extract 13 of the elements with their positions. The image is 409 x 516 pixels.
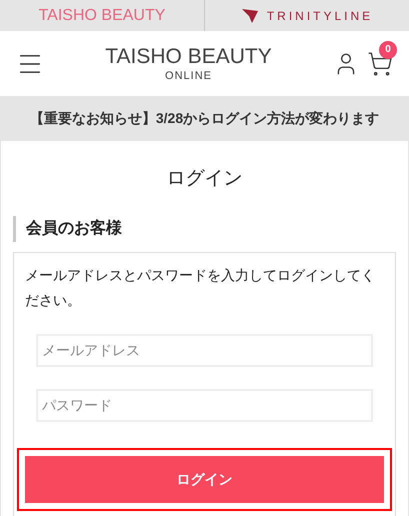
instructions-text: メールアドレスとパスワードを入力してログインしてください。 — [25, 266, 376, 310]
logo-icon — [240, 8, 259, 24]
site-logo[interactable]: TAISHO BEAUTY ONLINE — [44, 46, 333, 82]
cart-icon[interactable] — [367, 50, 393, 76]
cart-count-badge: 0 — [379, 40, 397, 58]
page-title: ログイン — [166, 167, 244, 191]
brand-name: TAISHO BEAUTY — [38, 6, 166, 26]
input-field[interactable]: メールアドレス — [36, 334, 373, 366]
login-button[interactable]: ログイン — [25, 456, 384, 502]
section-heading: 会員のお客様 — [13, 216, 396, 242]
notice-text: 【重要なお知らせ】3/28からログイン方法が変わります — [30, 109, 380, 128]
brand-name: TRINITYLINE — [266, 8, 374, 24]
input-field[interactable]: パスワード — [36, 388, 373, 422]
